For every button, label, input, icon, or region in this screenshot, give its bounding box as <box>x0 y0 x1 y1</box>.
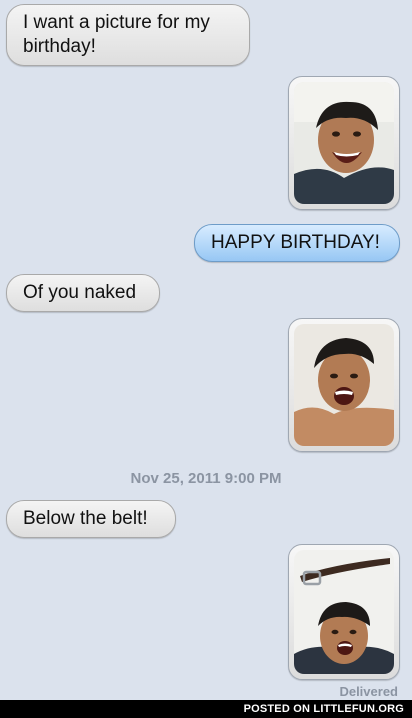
photo-smiling-face <box>294 82 394 204</box>
message-text: Of you naked <box>23 282 137 303</box>
received-message[interactable]: Below the belt! <box>6 500 176 538</box>
sent-photo-message[interactable] <box>288 544 400 680</box>
received-message[interactable]: I want a picture for my birthday! <box>6 4 250 66</box>
received-message[interactable]: Of you naked <box>6 274 160 312</box>
photo-belt-above-head <box>294 550 394 674</box>
sent-photo-message[interactable] <box>288 76 400 210</box>
delivery-status: Delivered <box>339 684 398 699</box>
sent-photo-message[interactable] <box>288 318 400 452</box>
message-thread: I want a picture for my birthday! HAPPY … <box>0 0 412 700</box>
message-text: HAPPY BIRTHDAY! <box>211 232 380 253</box>
message-text: I want a picture for my birthday! <box>23 12 210 57</box>
message-text: Below the belt! <box>23 508 148 529</box>
timestamp: Nov 25, 2011 9:00 PM <box>130 470 282 487</box>
photo-shirtless-selfie <box>294 324 394 446</box>
sent-message[interactable]: HAPPY BIRTHDAY! <box>194 224 400 262</box>
watermark-footer: POSTED ON LITTLEFUN.ORG <box>0 700 412 718</box>
